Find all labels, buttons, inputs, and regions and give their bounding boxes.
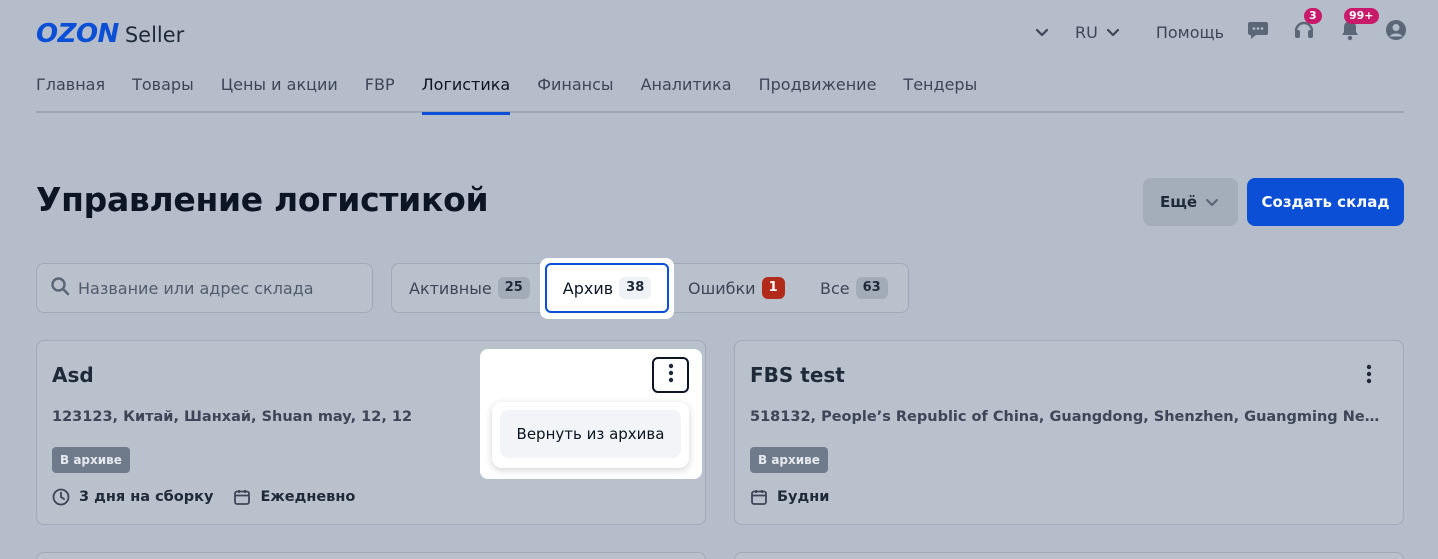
tab-errors[interactable]: Ошибки 1 — [688, 264, 785, 312]
tab-label: Архив — [562, 278, 614, 298]
card-menu-button[interactable] — [1359, 363, 1379, 389]
calendar-icon — [233, 488, 251, 506]
warehouse-card[interactable]: FBS test 518132, People’s Republic of Ch… — [734, 340, 1404, 525]
clock-icon — [52, 488, 70, 506]
schedule-label: Будни — [777, 489, 830, 505]
chat-icon — [1247, 20, 1269, 44]
more-button-label: Ещё — [1159, 193, 1197, 211]
schedule: Ежедневно — [233, 488, 355, 506]
nav-item-prices[interactable]: Цены и акции — [221, 72, 338, 113]
warehouse-card-partial — [36, 552, 706, 559]
card-menu-button-open[interactable] — [652, 357, 689, 393]
profile-button[interactable] — [1384, 20, 1408, 44]
status-badge: В архиве — [52, 447, 130, 473]
search-icon — [50, 276, 70, 300]
page-title: Управление логистикой — [36, 180, 489, 219]
nav-item-main[interactable]: Главная — [36, 72, 105, 113]
schedule: Будни — [750, 488, 829, 506]
notifications-badge: 99+ — [1344, 8, 1379, 24]
tab-all[interactable]: Все 63 — [820, 264, 888, 312]
ozon-seller-logo[interactable]: OZON Seller — [36, 19, 184, 49]
tab-archive[interactable]: Архив 38 — [545, 263, 669, 313]
tab-count: 1 — [761, 277, 785, 299]
more-button[interactable]: Ещё — [1143, 178, 1238, 226]
tab-active[interactable]: Активные 25 — [409, 264, 530, 312]
card-context-menu: Вернуть из архива — [492, 402, 689, 468]
language-label: RU — [1074, 22, 1098, 42]
warehouse-name: Asd — [52, 363, 94, 387]
calendar-icon — [750, 488, 768, 506]
kebab-menu-icon — [668, 363, 674, 387]
support-badge: 3 — [1304, 8, 1322, 24]
top-right-controls: RU Помощь 3 99+ — [1033, 8, 1408, 46]
warehouse-card-partial — [734, 552, 1404, 559]
chevron-down-icon — [1203, 193, 1221, 211]
tab-count: 25 — [497, 277, 530, 299]
search-input[interactable] — [78, 278, 358, 298]
chevron-down-icon — [1104, 23, 1122, 41]
chat-button[interactable] — [1246, 20, 1270, 44]
logo-suffix: Seller — [124, 23, 185, 47]
nav-item-logistics[interactable]: Логистика — [421, 72, 510, 115]
warehouse-address: 518132, People’s Republic of China, Guan… — [750, 409, 1380, 425]
create-warehouse-button[interactable]: Создать склад — [1247, 178, 1404, 226]
status-badge: В архиве — [750, 447, 828, 473]
warehouse-meta: 3 дня на сборку Ежедневно — [52, 488, 375, 506]
assembly-time: 3 дня на сборку — [52, 488, 213, 506]
nav-item-tenders[interactable]: Тендеры — [903, 72, 977, 113]
nav-item-promotion[interactable]: Продвижение — [759, 72, 877, 113]
logo-brand: OZON — [36, 19, 119, 49]
tab-label: Ошибки — [688, 278, 756, 298]
nav-item-fbp[interactable]: FBP — [365, 72, 395, 113]
kebab-menu-icon — [1366, 364, 1372, 388]
nav-item-finance[interactable]: Финансы — [537, 72, 613, 113]
warehouse-name: FBS test — [750, 363, 845, 387]
help-link[interactable]: Помощь — [1156, 23, 1224, 42]
warehouse-search — [36, 263, 373, 313]
notifications-button[interactable]: 99+ — [1338, 8, 1379, 44]
cabinet-switch-chevron-icon[interactable] — [1033, 23, 1051, 41]
assembly-time-label: 3 дня на сборку — [79, 489, 214, 505]
schedule-label: Ежедневно — [260, 489, 356, 505]
tab-label: Все — [820, 278, 850, 298]
main-nav: Главная Товары Цены и акции FBP Логистик… — [36, 72, 1404, 115]
nav-item-products[interactable]: Товары — [132, 72, 194, 113]
tab-label: Активные — [409, 278, 492, 298]
language-select[interactable]: RU — [1075, 23, 1122, 42]
warehouse-meta: Будни — [750, 488, 849, 506]
tab-count: 63 — [855, 277, 888, 299]
support-button[interactable]: 3 — [1292, 8, 1322, 44]
user-avatar-icon — [1385, 19, 1407, 45]
nav-item-analytics[interactable]: Аналитика — [641, 72, 732, 113]
restore-from-archive-item[interactable]: Вернуть из архива — [500, 410, 681, 458]
tab-count: 38 — [619, 277, 652, 299]
